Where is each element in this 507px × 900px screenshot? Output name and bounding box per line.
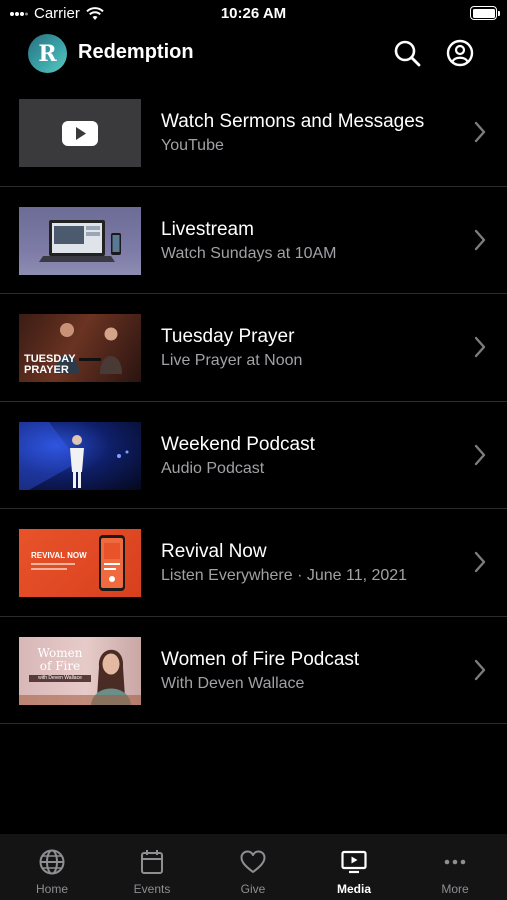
item-title: Livestream: [161, 218, 254, 240]
globe-icon: [39, 849, 65, 875]
tab-label: More: [441, 882, 469, 896]
livestream-thumbnail: [19, 206, 141, 275]
item-title: Weekend Podcast: [161, 433, 315, 455]
chevron-right-icon: [474, 551, 486, 573]
phone-mockup-image: [31, 535, 125, 591]
list-item-sermons[interactable]: Watch Sermons and Messages YouTube: [0, 79, 507, 187]
list-item-women-of-fire[interactable]: Women of Fire with Deven Wallace Women o…: [0, 617, 507, 724]
status-time: 10:26 AM: [220, 5, 287, 22]
status-bar: Carrier 10:26 AM: [0, 0, 507, 28]
tab-label: Home: [35, 882, 68, 896]
item-subtitle: Live Prayer at Noon: [161, 352, 303, 369]
tab-label: Media: [336, 882, 371, 896]
tab-give[interactable]: Give: [218, 848, 288, 896]
list-item-revival-now[interactable]: REVIVAL NOW Revival Now Listen Everywher…: [0, 509, 507, 617]
tuesday-prayer-thumbnail: TUESDAY PRAYER: [19, 314, 141, 382]
media-list: Watch Sermons and Messages YouTube Lives…: [0, 79, 507, 724]
host-portrait-image: [19, 649, 141, 705]
youtube-play-icon: [62, 121, 98, 146]
play-screen-icon: [341, 850, 367, 874]
tab-home[interactable]: Home: [17, 848, 87, 896]
battery-icon: [470, 6, 500, 20]
list-item-tuesday-prayer[interactable]: TUESDAY PRAYER Tuesday Prayer Live Praye…: [0, 294, 507, 402]
item-title: Watch Sermons and Messages: [161, 111, 425, 132]
item-subtitle: YouTube: [161, 137, 224, 154]
revival-now-thumbnail: REVIVAL NOW: [19, 529, 141, 597]
item-subtitle: With Deven Wallace: [161, 674, 305, 692]
profile-icon[interactable]: [445, 38, 475, 68]
chevron-right-icon: [474, 336, 486, 358]
item-subtitle: Listen Everywhere · June 11, 2021: [161, 567, 408, 584]
list-item-weekend-podcast[interactable]: Weekend Podcast Audio Podcast: [0, 402, 507, 509]
tab-more[interactable]: More: [420, 848, 490, 896]
search-icon[interactable]: [392, 38, 422, 68]
chevron-right-icon: [474, 659, 486, 680]
app-logo[interactable]: R: [28, 34, 67, 73]
app-title: Redemption: [78, 41, 194, 63]
chevron-right-icon: [474, 444, 486, 465]
logo-letter: R: [38, 40, 57, 67]
app-header: R Redemption: [0, 28, 507, 78]
more-icon: [444, 859, 466, 865]
item-subtitle: Watch Sundays at 10AM: [161, 244, 337, 262]
tab-media[interactable]: Media: [319, 848, 389, 896]
thumb-overlay-text: TUESDAY PRAYER: [24, 353, 76, 376]
laptop-image: [39, 219, 121, 262]
calendar-icon: [141, 850, 163, 874]
heart-icon: [240, 850, 266, 873]
item-subtitle: Audio Podcast: [161, 459, 265, 477]
youtube-thumbnail: [19, 99, 141, 167]
chevron-right-icon: [474, 121, 486, 143]
tab-label: Give: [240, 882, 266, 896]
tab-events[interactable]: Events: [117, 848, 187, 896]
chevron-right-icon: [474, 229, 486, 250]
list-item-livestream[interactable]: Livestream Watch Sundays at 10AM: [0, 187, 507, 294]
item-title: Women of Fire Podcast: [161, 648, 360, 670]
weekend-podcast-thumbnail: [19, 421, 141, 490]
item-title: Tuesday Prayer: [161, 326, 295, 347]
tab-bar: Home Events Give Media More: [0, 834, 507, 900]
singer-on-stage-image: [19, 421, 129, 490]
item-title: Revival Now: [161, 541, 267, 562]
tab-label: Events: [133, 882, 171, 896]
women-of-fire-thumbnail: Women of Fire with Deven Wallace: [19, 636, 141, 705]
